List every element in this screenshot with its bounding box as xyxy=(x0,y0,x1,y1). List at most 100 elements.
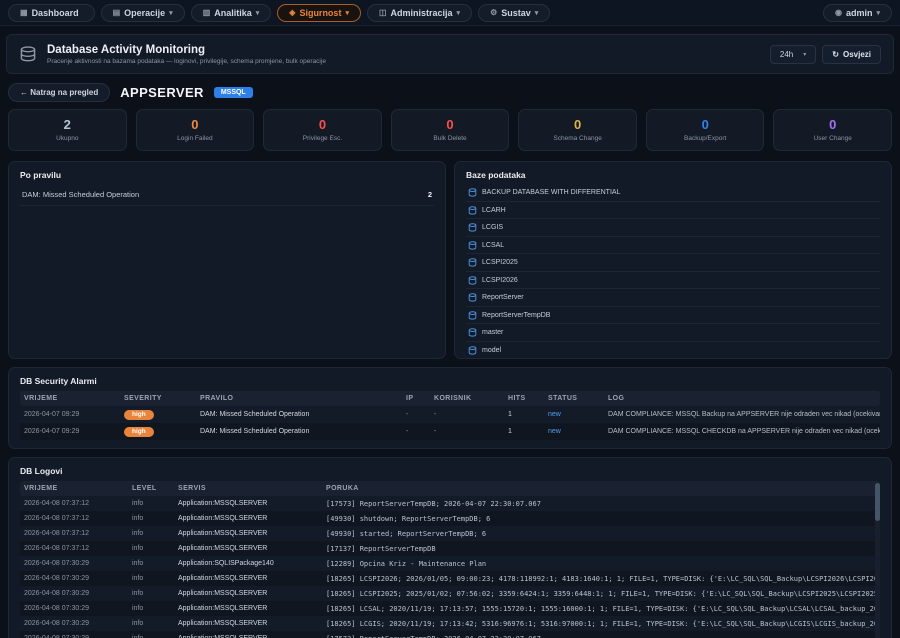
alarm-rule: DAM: Missed Scheduled Operation xyxy=(196,408,402,422)
log-row[interactable]: 2026-04-08 07:37:12 info Application:MSS… xyxy=(20,496,880,511)
nav-item[interactable]: ◈ Sigurnost ▾ xyxy=(277,4,361,22)
server-toolbar: ← Natrag na pregled APPSERVER MSSQL xyxy=(8,83,892,102)
panel-title: Po pravilu xyxy=(20,170,434,180)
log-level: info xyxy=(128,572,174,586)
database-list-item[interactable]: LCSPI2025 xyxy=(466,254,880,272)
time-range-select[interactable]: 24h ▾ xyxy=(770,45,816,64)
log-row[interactable]: 2026-04-08 07:37:12 info Application:MSS… xyxy=(20,526,880,541)
nav-item[interactable]: ▥ Analitika ▾ xyxy=(191,4,272,22)
log-message: [18265] LCSPI2025; 2025/01/02; 07:56:02;… xyxy=(322,586,880,601)
severity-badge: high xyxy=(124,427,154,437)
stat-value: 0 xyxy=(392,117,509,132)
refresh-icon: ↻ xyxy=(832,50,839,59)
stat-cards: 2 Ukupno 0 Login Failed 0 Privilege Esc.… xyxy=(8,109,892,151)
log-row[interactable]: 2026-04-08 07:30:29 info Application:MSS… xyxy=(20,586,880,601)
user-menu-label: admin xyxy=(846,8,873,18)
refresh-button[interactable]: ↻ Osvjezi xyxy=(822,45,881,64)
log-time: 2026-04-08 07:37:12 xyxy=(20,527,128,541)
alarm-row[interactable]: 2026-04-07 09:29 high DAM: Missed Schedu… xyxy=(20,406,880,423)
nav-item-label: Sustav xyxy=(501,8,531,18)
alarm-row[interactable]: 2026-04-07 09:29 high DAM: Missed Schedu… xyxy=(20,423,880,440)
databases-panel: Baze podataka BACKUP DATABASE WITH DIFFE… xyxy=(454,161,892,359)
header-controls: 24h ▾ ↻ Osvjezi xyxy=(770,45,881,64)
log-service: Application:MSSQLSERVER xyxy=(174,602,322,616)
database-icon xyxy=(468,276,477,285)
logs-panel: DB Logovi VRIJEME LEVEL SERVIS PORUKA 20… xyxy=(8,457,892,638)
log-time: 2026-04-08 07:30:29 xyxy=(20,602,128,616)
alarm-time: 2026-04-07 09:29 xyxy=(20,425,120,439)
log-time: 2026-04-08 07:30:29 xyxy=(20,557,128,571)
log-time: 2026-04-08 07:30:29 xyxy=(20,587,128,601)
page-header: Database Activity Monitoring Pracenje ak… xyxy=(6,34,894,74)
log-service: Application:MSSQLSERVER xyxy=(174,572,322,586)
nav-item[interactable]: ▤ Operacije ▾ xyxy=(101,4,185,22)
column-header: VRIJEME xyxy=(20,481,128,496)
log-row[interactable]: 2026-04-08 07:37:12 info Application:MSS… xyxy=(20,511,880,526)
logs-scrollbar-thumb[interactable] xyxy=(875,483,880,521)
log-row[interactable]: 2026-04-08 07:30:29 info Application:MSS… xyxy=(20,616,880,631)
column-header: PORUKA xyxy=(322,481,880,496)
top-navbar: ▦ Dashboard ▤ Operacije ▾ ▥ Analitika ▾ … xyxy=(0,0,900,26)
column-header: KORISNIK xyxy=(430,391,504,406)
chevron-down-icon: ▾ xyxy=(345,9,349,17)
database-list-item[interactable]: BACKUP DATABASE WITH DIFFERENTIAL xyxy=(466,184,880,202)
user-menu[interactable]: ◉ admin ▾ xyxy=(823,4,892,22)
log-row[interactable]: 2026-04-08 07:30:29 info Application:SQL… xyxy=(20,556,880,571)
database-icon xyxy=(468,311,477,320)
log-level: info xyxy=(128,527,174,541)
logs-scrollbar[interactable] xyxy=(875,481,880,638)
stat-value: 0 xyxy=(519,117,636,132)
stat-label: Ukupno xyxy=(9,135,126,142)
database-list-item[interactable]: ReportServer xyxy=(466,289,880,307)
nav-item[interactable]: ▦ Dashboard xyxy=(8,4,95,22)
database-icon xyxy=(468,328,477,337)
log-row[interactable]: 2026-04-08 07:30:29 info Application:MSS… xyxy=(20,631,880,638)
nav-item[interactable]: ⚙ Sustav ▾ xyxy=(478,4,550,22)
alarm-rule: DAM: Missed Scheduled Operation xyxy=(196,425,402,439)
shield-icon: ◈ xyxy=(289,8,295,17)
severity-badge: high xyxy=(124,410,154,420)
database-list-item[interactable]: LCSPI2026 xyxy=(466,272,880,290)
log-level: info xyxy=(128,632,174,638)
operations-icon: ▤ xyxy=(113,8,121,17)
column-header: PRAVILO xyxy=(196,391,402,406)
database-list-item[interactable]: LCARH xyxy=(466,202,880,220)
database-list-item[interactable]: ReportServerTempDB xyxy=(466,307,880,325)
panel-title: DB Logovi xyxy=(20,466,880,476)
chevron-down-icon: ▾ xyxy=(256,9,260,17)
nav-item[interactable]: ◫ Administracija ▾ xyxy=(367,4,472,22)
database-list-item[interactable]: LCSAL xyxy=(466,237,880,255)
database-list-item[interactable]: model xyxy=(466,342,880,360)
alarm-hits: 1 xyxy=(504,408,544,422)
log-row[interactable]: 2026-04-08 07:30:29 info Application:MSS… xyxy=(20,601,880,616)
database-icon xyxy=(468,293,477,302)
chevron-down-icon: ▾ xyxy=(169,9,173,17)
server-type-badge: MSSQL xyxy=(214,87,253,98)
log-service: Application:MSSQLSERVER xyxy=(174,527,322,541)
rule-row[interactable]: DAM: Missed Scheduled Operation 2 xyxy=(20,184,434,206)
database-icon xyxy=(468,206,477,215)
rule-label: DAM: Missed Scheduled Operation xyxy=(22,190,139,199)
log-time: 2026-04-08 07:30:29 xyxy=(20,572,128,586)
log-row[interactable]: 2026-04-08 07:30:29 info Application:MSS… xyxy=(20,571,880,586)
database-name: ReportServer xyxy=(482,294,524,301)
log-level: info xyxy=(128,497,174,511)
alarms-panel: DB Security Alarmi VRIJEME SEVERITY PRAV… xyxy=(8,367,892,449)
log-level: info xyxy=(128,617,174,631)
server-name: APPSERVER xyxy=(120,85,204,100)
logs-table-header: VRIJEME LEVEL SERVIS PORUKA xyxy=(20,481,880,496)
log-level: info xyxy=(128,542,174,556)
nav-item-label: Administracija xyxy=(391,8,453,18)
alarm-ip: - xyxy=(402,408,430,422)
log-level: info xyxy=(128,587,174,601)
log-time: 2026-04-08 07:37:12 xyxy=(20,512,128,526)
log-service: Application:MSSQLSERVER xyxy=(174,512,322,526)
back-button[interactable]: ← Natrag na pregled xyxy=(8,83,110,102)
log-row[interactable]: 2026-04-08 07:37:12 info Application:MSS… xyxy=(20,541,880,556)
alarms-table-header: VRIJEME SEVERITY PRAVILO IP KORISNIK HIT… xyxy=(20,391,880,406)
database-list-item[interactable]: master xyxy=(466,324,880,342)
stat-value: 0 xyxy=(264,117,381,132)
log-message: [12289] Opcina Kriz - Maintenance Plan xyxy=(322,556,880,571)
log-time: 2026-04-08 07:30:29 xyxy=(20,617,128,631)
database-list-item[interactable]: LCGIS xyxy=(466,219,880,237)
